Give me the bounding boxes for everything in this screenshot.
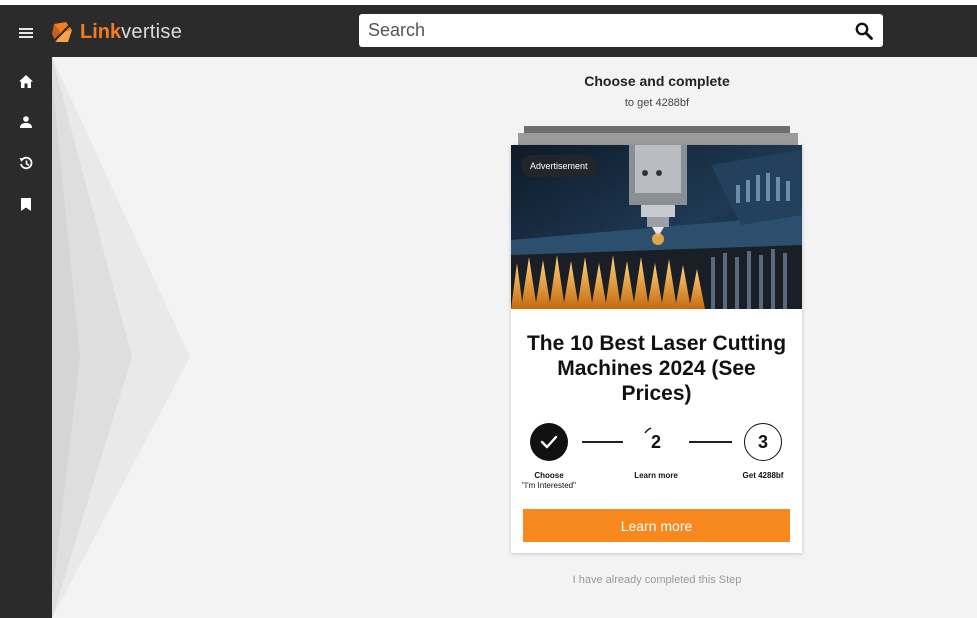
linkvertise-logo-icon [52,22,72,42]
sidebar-item-home[interactable] [13,68,39,94]
logo-wordmark: Linkvertise [80,20,182,44]
logo-light-text: vertise [121,21,183,43]
search-input[interactable] [359,14,839,47]
step-2-number: 2 [650,431,661,452]
step-connector [582,441,623,443]
logo-bold-text: Link [80,21,122,43]
ad-image[interactable]: Advertisement [511,145,802,309]
already-completed-link[interactable]: I have already completed this Step [522,574,792,586]
sidebar-item-bookmarks[interactable] [13,191,39,217]
step-1-label-line2: "I'm Interested" [522,481,576,490]
sidebar [0,57,52,618]
decorative-chevrons [52,57,190,618]
step-1-circle [530,423,568,461]
search-box [359,14,883,47]
step-2-circle: 2 [637,423,675,461]
page-heading: Choose and complete [584,73,730,89]
steps-progress: 2 3 Choose "I'm Interested" Learn more G… [511,423,802,493]
user-icon [20,116,32,128]
step-1-label-line1: Choose [534,471,564,480]
step-1-label: Choose "I'm Interested" [515,471,583,491]
checkmark-icon [540,435,558,449]
sidebar-item-profile[interactable] [13,109,39,135]
top-bar: Linkvertise [0,0,977,57]
app-root: Linkvertise Search Choose and complete t… [0,0,977,618]
linkvertise-logo[interactable]: Linkvertise [52,19,182,45]
page-subheading: to get 4288bf [624,97,690,109]
main-content: Choose and complete to get 4288bf Advert… [52,57,977,618]
history-icon [19,156,33,170]
home-icon [19,74,33,88]
ad-title[interactable]: The 10 Best Laser Cutting Machines 2024 … [521,331,792,406]
hamburger-menu-icon[interactable] [14,22,38,44]
sidebar-item-history[interactable] [13,150,39,176]
step-3-number: 3 [757,431,768,452]
bookmark-icon [21,197,31,211]
search-icon[interactable] [855,22,873,40]
advertisement-badge: Advertisement [521,155,597,177]
ad-card[interactable]: Advertisement The 10 Best Laser Cutting … [511,145,802,553]
step-3-label: Get 4288bf [742,471,784,480]
step-2-label: Learn more [634,471,678,480]
step-connector [689,441,732,443]
learn-more-button[interactable]: Learn more [523,509,790,542]
step-3-circle: 3 [744,423,782,461]
